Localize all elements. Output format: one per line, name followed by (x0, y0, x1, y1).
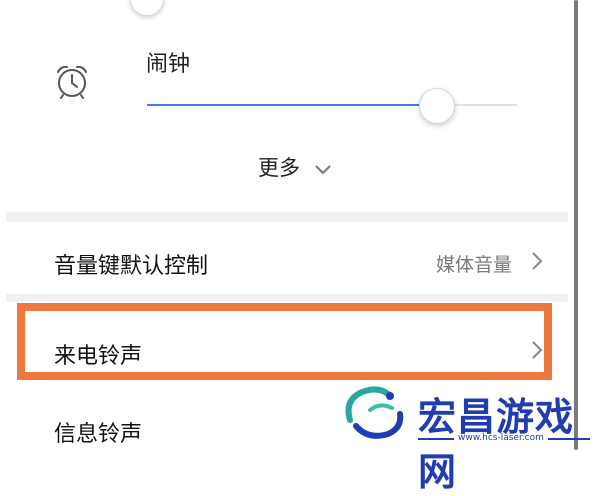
watermark-rule (418, 438, 454, 440)
chevron-right-icon (531, 251, 543, 271)
watermark-url: www.hcs-laser.com (458, 433, 544, 443)
alarm-volume-thumb[interactable] (419, 88, 455, 124)
alarm-volume-slider[interactable] (147, 104, 517, 106)
volume-key-label: 音量键默认控制 (54, 254, 209, 279)
more-label: 更多 (258, 156, 300, 180)
alarm-volume-fill (147, 104, 436, 106)
section-divider (6, 294, 568, 302)
more-button[interactable]: 更多 (258, 152, 332, 182)
section-divider (6, 212, 568, 222)
volume-key-value: 媒体音量 (436, 254, 513, 276)
highlight-box (17, 303, 552, 380)
volume-key-default-row[interactable]: 音量键默认控制 媒体音量 (0, 226, 570, 296)
chevron-down-icon (314, 161, 332, 175)
scrollbar[interactable] (574, 0, 578, 450)
alarm-clock-icon (52, 62, 92, 102)
upper-slider-thumb[interactable] (130, 0, 164, 16)
alarm-label: 闹钟 (146, 52, 191, 77)
dragon-logo-icon (340, 380, 412, 448)
watermark-rule (548, 438, 590, 440)
message-tone-label: 信息铃声 (54, 422, 143, 447)
